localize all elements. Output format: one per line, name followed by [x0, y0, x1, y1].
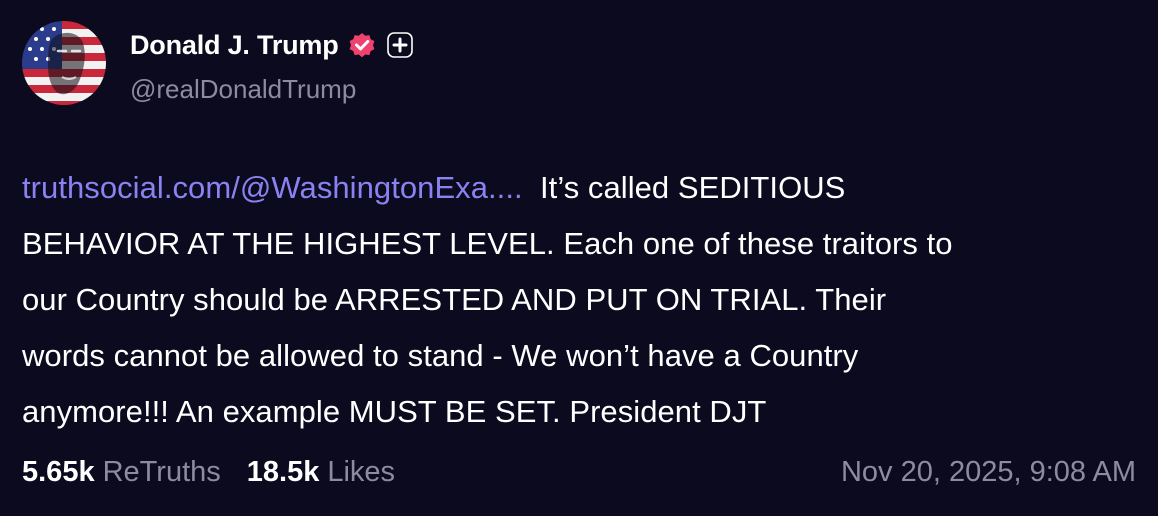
plus-badge-icon [386, 32, 413, 58]
retruths-label: ReTruths [102, 456, 221, 488]
author-name[interactable]: Donald J. Trump [130, 30, 339, 61]
retruths-stat[interactable]: 5.65k ReTruths [22, 456, 221, 489]
avatar[interactable] [22, 21, 106, 105]
post-stats: 5.65k ReTruths 18.5k Likes [22, 456, 395, 489]
likes-label: Likes [327, 456, 396, 488]
post-line-5: anymore!!! An example MUST BE SET. Presi… [22, 394, 767, 429]
post-link[interactable]: truthsocial.com/@WashingtonExa.... [22, 170, 523, 205]
likes-count: 18.5k [246, 456, 320, 488]
verified-check-icon [347, 30, 377, 60]
post-body: truthsocial.com/@WashingtonExa.... It’s … [22, 160, 1142, 440]
post-line-4: words cannot be allowed to stand - We wo… [22, 338, 859, 373]
post-text-segment: It’s called SEDITIOUS [522, 170, 846, 205]
retruths-count: 5.65k [22, 456, 95, 488]
post-card: Donald J. Trump @realDonaldTrump truthso… [0, 0, 1158, 516]
author-handle[interactable]: @realDonaldTrump [130, 74, 356, 105]
likes-stat[interactable]: 18.5k Likes [247, 456, 395, 489]
post-timestamp[interactable]: Nov 20, 2025, 9:08 AM [841, 456, 1136, 489]
avatar-image [22, 21, 106, 105]
author-row: Donald J. Trump [130, 26, 413, 64]
post-line-3: our Country should be ARRESTED AND PUT O… [22, 282, 887, 317]
post-line-1: truthsocial.com/@WashingtonExa.... It’s … [22, 160, 1142, 216]
post-line-2: BEHAVIOR AT THE HIGHEST LEVEL. Each one … [22, 226, 953, 261]
